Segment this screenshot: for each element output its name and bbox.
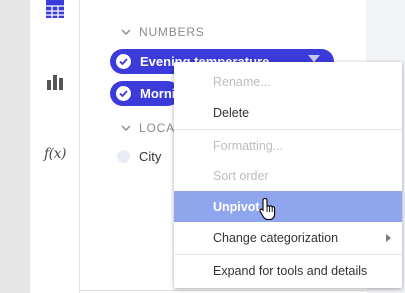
- submenu-arrow-icon: [386, 233, 391, 242]
- menu-item-label: Unpivot: [213, 199, 260, 214]
- fx-icon[interactable]: f(x): [44, 144, 67, 164]
- fx-icon-label: f(x): [44, 146, 67, 162]
- menu-item-change-categorization[interactable]: Change categorization: [174, 222, 402, 253]
- unchecked-circle-icon: [117, 150, 130, 163]
- table-icon[interactable]: [45, 0, 65, 20]
- section-numbers-label: NUMBERS: [139, 25, 205, 39]
- column-item-city[interactable]: City: [117, 149, 161, 164]
- column-pill-morning[interactable]: Morni: [110, 81, 180, 106]
- menu-item-label: Expand for tools and details: [213, 263, 368, 278]
- pill-label: Morni: [140, 86, 176, 101]
- menu-item-sort-order: Sort order: [174, 160, 402, 191]
- menu-item-label: Rename...: [213, 74, 271, 89]
- menu-item-rename: Rename...: [174, 66, 402, 97]
- menu-item-unpivot[interactable]: Unpivot: [174, 191, 402, 222]
- city-label: City: [139, 149, 162, 164]
- icon-rail: f(x): [30, 0, 80, 293]
- context-menu: Rename... Delete Formatting... Sort orde…: [174, 62, 402, 288]
- menu-item-formatting: Formatting...: [174, 130, 402, 161]
- section-location-header[interactable]: LOCAT: [119, 121, 182, 135]
- app-window: f(x) NUMBERS Evening temperature Morni: [0, 0, 405, 293]
- menu-item-label: Formatting...: [213, 138, 284, 153]
- chevron-down-icon: [121, 29, 131, 35]
- bar-chart-icon[interactable]: [45, 72, 65, 92]
- hand-cursor-icon: [259, 197, 276, 221]
- menu-item-label: Delete: [213, 105, 250, 120]
- menu-item-label: Change categorization: [213, 230, 339, 245]
- divider: [80, 290, 366, 291]
- section-numbers-header[interactable]: NUMBERS: [119, 25, 205, 39]
- menu-item-expand-tools[interactable]: Expand for tools and details: [174, 255, 402, 286]
- left-margin: [0, 0, 30, 293]
- check-icon: [116, 54, 131, 69]
- menu-item-delete[interactable]: Delete: [174, 97, 402, 128]
- menu-item-label: Sort order: [213, 168, 269, 183]
- check-icon: [116, 86, 131, 101]
- chevron-down-icon: [121, 125, 131, 131]
